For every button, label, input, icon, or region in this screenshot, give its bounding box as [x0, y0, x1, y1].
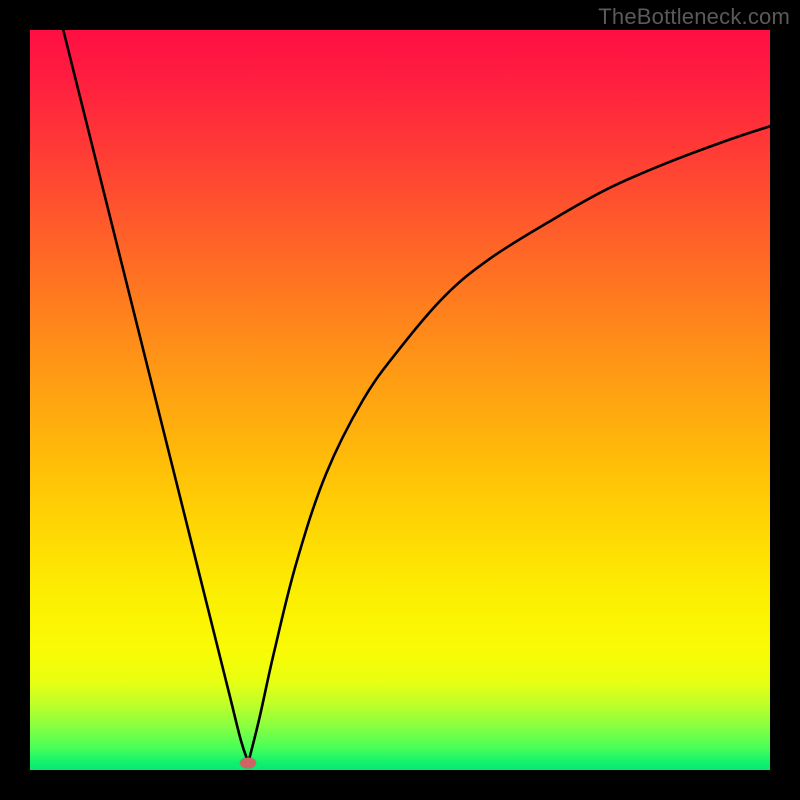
minimum-marker [240, 757, 256, 768]
curve-right-branch [248, 126, 770, 762]
curve-left-branch [63, 30, 248, 763]
plot-area [30, 30, 770, 770]
bottleneck-curve [30, 30, 770, 770]
chart-frame: TheBottleneck.com [0, 0, 800, 800]
watermark-text: TheBottleneck.com [598, 4, 790, 30]
